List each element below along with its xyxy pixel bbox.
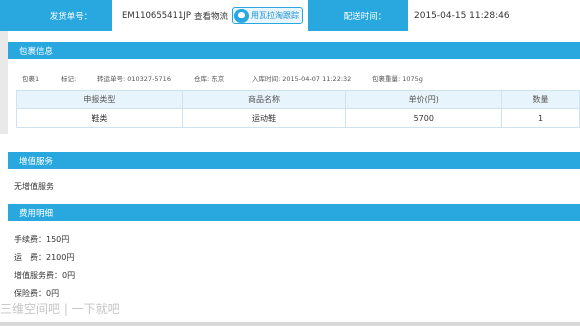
package-mark: 标记: — [61, 75, 77, 83]
track-button-label: 用瓦拉淘跟踪 — [251, 11, 300, 20]
track-button[interactable]: 用瓦拉淘跟踪 — [232, 7, 304, 24]
column-header: 商品名称 — [181, 90, 347, 109]
fee-details-header: 费用明细 — [8, 204, 580, 221]
ship-number-label: 发货单号： — [0, 0, 112, 31]
delivery-time-label: 配送时间： — [308, 0, 408, 31]
value-added-text: 无增值服务 — [14, 182, 54, 191]
column-header: 申报类型 — [16, 90, 183, 109]
ship-number-cell: EM110655411JP 查看物流 用瓦拉淘跟踪 — [112, 0, 308, 31]
ship-number-value: EM110655411JP — [122, 10, 192, 21]
package-info-header: 包裹信息 — [8, 42, 580, 59]
bottom-scrollbar[interactable] — [0, 322, 580, 326]
package-items-table: 申报类型 商品名称 单价(円) 数量 鞋类 运动鞋 5700 1 — [16, 90, 580, 128]
column-header: 单价(円) — [345, 90, 503, 109]
quantity-cell: 1 — [501, 108, 580, 128]
transfer-number: 转运单号: 010327-5716 — [97, 75, 171, 83]
table-row: 鞋类 运动鞋 5700 1 — [16, 108, 580, 128]
declared-type-cell: 鞋类 — [16, 108, 183, 128]
fee-item: 手续费：150円 — [14, 235, 70, 244]
table-header-row: 申报类型 商品名称 单价(円) 数量 — [16, 90, 580, 109]
package-weight: 包裹重量: 1075g — [372, 75, 423, 83]
order-info-strip: 发货单号： EM110655411JP 查看物流 用瓦拉淘跟踪 配送时间： 20… — [0, 0, 580, 31]
fee-item: 运 费：2100円 — [14, 253, 75, 262]
value-added-header: 增值服务 — [8, 152, 580, 169]
fee-item: 保险费：0円 — [14, 289, 60, 298]
package-id: 包裹1 — [22, 75, 40, 83]
fee-item: 增值服务费：0円 — [14, 271, 76, 280]
warehouse: 仓库: 东京 — [194, 75, 225, 83]
watermark: 三维空间吧 | 一下就吧 — [0, 302, 120, 316]
in-storage-time: 入库时间: 2015-04-07 11:22:32 — [252, 75, 352, 83]
view-logistics-link[interactable]: 查看物流 — [194, 10, 228, 22]
bird-logo-icon — [234, 8, 250, 23]
left-gutter — [0, 31, 8, 134]
delivery-time-value: 2015-04-15 11:28:46 — [408, 0, 580, 31]
product-name-cell: 运动鞋 — [181, 108, 347, 128]
unit-price-cell: 5700 — [345, 108, 503, 128]
column-header: 数量 — [501, 90, 580, 109]
